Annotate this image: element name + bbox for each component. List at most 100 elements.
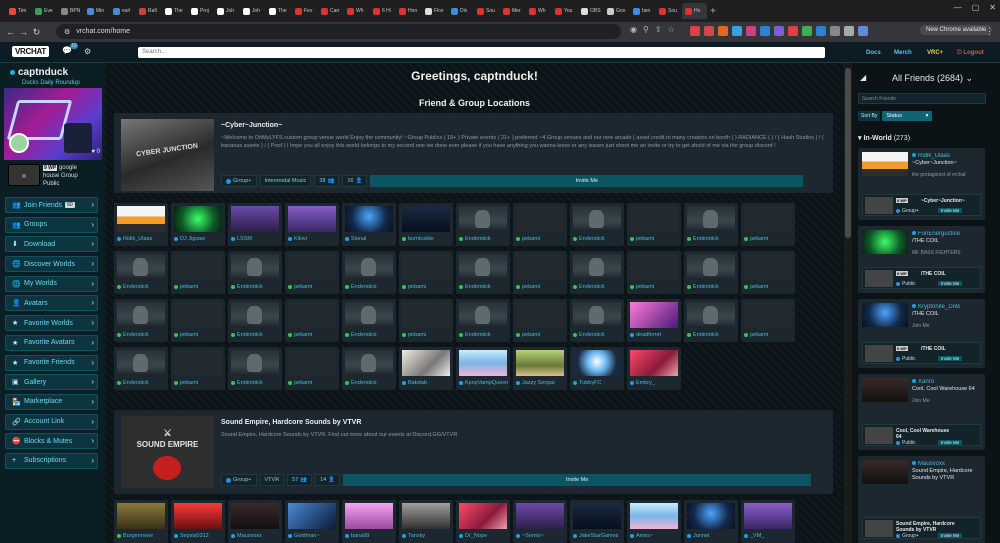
friend-name[interactable]: Tansky [408, 533, 452, 539]
friend-world-card[interactable]: 9 WP Sound Empire, Hardcore Sounds by VT… [862, 517, 981, 539]
current-world[interactable]: ▤ 9 WP google house Group Public [8, 164, 98, 188]
friend-name[interactable]: Jazzy Senpai [522, 380, 566, 386]
friend-card[interactable]: Enderstick [342, 347, 396, 390]
vrc-plus-link[interactable]: VRC+ [927, 50, 943, 56]
friend-name[interactable]: Enderstick [237, 380, 281, 386]
friend-name[interactable]: _VM_ [750, 533, 794, 539]
friend-avatar[interactable] [573, 350, 621, 376]
friend-avatar[interactable] [345, 503, 393, 529]
friend-avatar[interactable] [288, 350, 336, 376]
browser-tab[interactable]: 6 Hi [370, 3, 395, 19]
friend-avatar[interactable] [862, 303, 908, 327]
friend-card[interactable]: pebami [285, 347, 339, 390]
friend-card[interactable]: Enderstick [228, 347, 282, 390]
collapse-sidebar-icon[interactable]: ◢ [860, 73, 866, 82]
friend-avatar[interactable] [117, 206, 165, 232]
friend-card[interactable]: burntcable [399, 203, 453, 246]
browser-tab[interactable]: You [552, 3, 577, 19]
friend-name[interactable]: TubbyFC [579, 380, 623, 386]
friend-card[interactable]: KpopVampQueen [456, 347, 510, 390]
friend-name[interactable]: Embry_ [636, 380, 680, 386]
friend-avatar[interactable] [174, 350, 222, 376]
friend-name[interactable]: FonEnergustice [912, 231, 982, 237]
friend-name[interactable]: Jannet [693, 533, 737, 539]
friend-avatar[interactable] [573, 206, 621, 232]
invite-me-button[interactable]: Invite Me [938, 281, 963, 286]
friend-name[interactable]: Mausvoxx [912, 461, 982, 467]
friend-card[interactable]: Goldman~ [285, 500, 339, 543]
extension-icon[interactable] [788, 26, 798, 36]
friend-card[interactable]: bana99 [342, 500, 396, 543]
friend-name[interactable]: Kryptonite_DnB [912, 304, 982, 310]
friend-world-card[interactable]: 9 WP /THE COIL Public Invite Me [862, 267, 981, 289]
friend-name[interactable]: Burgermeier [123, 533, 167, 539]
friend-card[interactable]: Mausvoxx [228, 500, 282, 543]
user-avatar-image[interactable] [4, 88, 102, 160]
friend-name[interactable]: pebami [294, 380, 338, 386]
sidebar-nav-groups[interactable]: 👥 Groups › [5, 216, 98, 233]
sidebar-nav-favorite-friends[interactable]: ★ Favorite Friends › [5, 354, 98, 371]
minimize-icon[interactable]: — [954, 3, 962, 12]
friend-name[interactable]: pebami [408, 332, 452, 338]
friend-name[interactable]: Enderstick [123, 284, 167, 290]
friend-name[interactable]: pebami [750, 332, 794, 338]
friend-name[interactable]: Enderstick [579, 284, 623, 290]
friend-card[interactable]: pebami [627, 203, 681, 246]
friend-card[interactable]: Enderstick [114, 299, 168, 342]
chrome-update-button[interactable]: New Chrome available [920, 25, 993, 35]
friend-avatar[interactable] [117, 350, 165, 376]
friend-card[interactable]: Enderstick [228, 299, 282, 342]
friend-card[interactable]: pebami [741, 251, 795, 294]
friend-avatar[interactable] [402, 254, 450, 280]
share-icon[interactable]: ⇪ [655, 25, 662, 34]
friend-card[interactable]: pebami [285, 299, 339, 342]
sidebar-nav-subscriptions[interactable]: + Subscriptions › [5, 452, 98, 469]
browser-tab[interactable]: Dix [448, 3, 473, 19]
friend-avatar[interactable] [516, 254, 564, 280]
logout-link[interactable]: ⎋ Logout [957, 50, 984, 57]
extension-icon[interactable] [704, 26, 714, 36]
right-friend-card[interactable]: Xanro Cool, Cool Warehouse 64 Join Me 9 … [858, 374, 985, 450]
friend-name[interactable]: ~Somio~ [522, 533, 566, 539]
friend-card[interactable]: Jannet [684, 500, 738, 543]
username[interactable]: captnduck [18, 67, 68, 78]
friend-avatar[interactable] [174, 302, 222, 328]
friend-card[interactable]: pebami [513, 299, 567, 342]
right-friend-card[interactable]: FonEnergustice /THE COIL MF BASS FIGHTER… [858, 226, 985, 293]
friend-name[interactable]: pebami [180, 284, 224, 290]
friend-avatar[interactable] [630, 503, 678, 529]
friend-avatar[interactable] [288, 206, 336, 232]
friend-name[interactable]: Sional [351, 236, 395, 242]
invite-me-button[interactable]: Invite Me [343, 474, 812, 486]
friend-avatar[interactable] [687, 254, 735, 280]
friend-avatar[interactable] [231, 302, 279, 328]
friend-avatar[interactable] [687, 206, 735, 232]
right-friend-card[interactable]: Kryptonite_DnB /THE COIL Join Me 9 WP /T… [858, 299, 985, 368]
friend-avatar[interactable] [231, 254, 279, 280]
main-scrollbar-thumb[interactable] [845, 68, 851, 238]
friend-name[interactable]: Enderstick [351, 380, 395, 386]
invite-me-button[interactable]: Invite Me [938, 440, 963, 445]
friend-name[interactable]: Enderstick [579, 332, 623, 338]
browser-tab[interactable]: Eve [32, 3, 57, 19]
friend-name[interactable]: Enderstick [465, 332, 509, 338]
friend-avatar[interactable] [862, 152, 908, 176]
friend-name[interactable]: Babdab [408, 380, 452, 386]
friend-avatar[interactable] [744, 206, 792, 232]
friend-name[interactable]: Dr_Nope [465, 533, 509, 539]
friend-avatar[interactable] [862, 460, 908, 484]
friend-name[interactable]: Ridik_Ulaas [912, 153, 982, 159]
friend-avatar[interactable] [117, 302, 165, 328]
friend-name[interactable]: pebami [636, 236, 680, 242]
friend-card[interactable]: Dr_Nope [456, 500, 510, 543]
friend-card[interactable]: pebami [171, 347, 225, 390]
browser-tab[interactable]: Flox [422, 3, 447, 19]
friend-avatar[interactable] [402, 350, 450, 376]
friend-card[interactable]: Babdab [399, 347, 453, 390]
extension-icon[interactable] [844, 26, 854, 36]
browser-tab[interactable]: Wh [526, 3, 551, 19]
friend-card[interactable]: pebami [285, 251, 339, 294]
friend-name[interactable]: JakeStarGames [579, 533, 623, 539]
friend-card[interactable]: Sional [342, 203, 396, 246]
friend-card[interactable]: DJ Jigsaw [171, 203, 225, 246]
